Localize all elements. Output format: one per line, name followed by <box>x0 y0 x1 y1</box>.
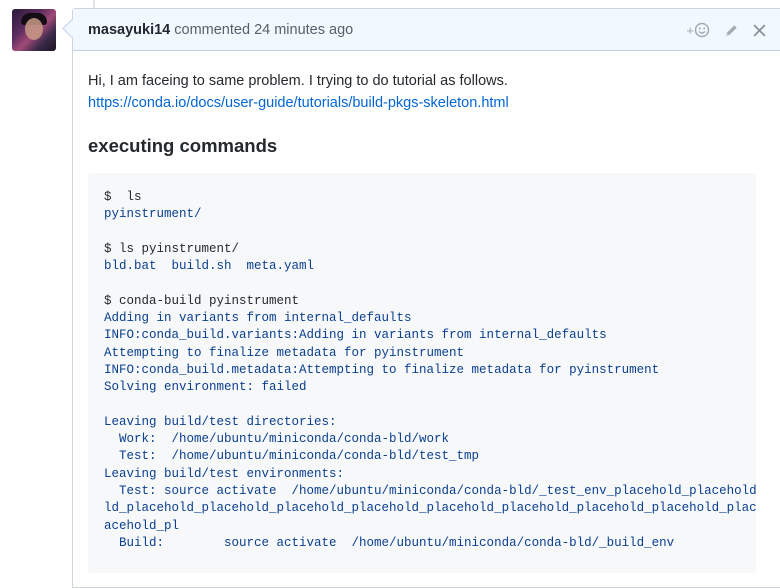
code-line: $ ls pyinstrument/ <box>104 241 240 256</box>
code-line: $ conda-build pyinstrument <box>104 293 300 308</box>
code-line: Build: source activate /home/ubuntu/mini… <box>104 535 675 550</box>
delete-button[interactable] <box>753 21 766 39</box>
section-heading: executing commands <box>88 135 278 156</box>
reaction-plus: + <box>686 22 694 38</box>
code-content: $ ls pyinstrument/ $ ls pyinstrument/ bl… <box>88 173 756 552</box>
code-line: acehold_pl <box>104 518 180 533</box>
tutorial-link[interactable]: https://conda.io/docs/user-guide/tutoria… <box>88 95 509 111</box>
code-line: Leaving build/test directories: <box>104 414 337 429</box>
comment-text: Hi, I am faceing to same problem. I tryi… <box>88 73 508 89</box>
code-line: Solving environment: failed <box>104 380 307 395</box>
code-line: Work: /home/ubuntu/miniconda/conda-bld/w… <box>104 432 450 447</box>
comment-actions: + <box>686 21 766 39</box>
comment-card: masayuki14 commented 24 minutes ago + Hi… <box>72 8 780 588</box>
code-line: Test: source activate /home/ubuntu/minic… <box>119 484 756 499</box>
edit-button[interactable] <box>724 21 739 39</box>
code-line: Adding in variants from internal_default… <box>104 311 412 326</box>
comment-meta: masayuki14 commented 24 minutes ago <box>88 22 353 38</box>
add-reaction-button[interactable]: + <box>686 21 710 39</box>
comment-timestamp[interactable]: 24 minutes ago <box>254 22 353 38</box>
author-link[interactable]: masayuki14 <box>88 22 170 38</box>
code-line: pyinstrument/ <box>104 207 202 222</box>
comment-body: Hi, I am faceing to same problem. I tryi… <box>88 70 778 573</box>
code-line: INFO:conda_build.variants:Adding in vari… <box>104 328 607 343</box>
avatar-face <box>25 18 43 40</box>
code-line: $ ls <box>104 190 142 204</box>
comment-header: masayuki14 commented 24 minutes ago + <box>73 9 780 51</box>
code-line: ld_placehold_placehold_placehold_placeho… <box>104 501 756 516</box>
avatar[interactable] <box>12 9 56 51</box>
code-block: $ ls pyinstrument/ $ ls pyinstrument/ bl… <box>88 173 756 573</box>
code-line: bld.bat build.sh meta.yaml <box>104 259 315 274</box>
comment-action: commented <box>174 22 251 38</box>
code-line: Leaving build/test environments: <box>104 466 345 481</box>
close-icon <box>753 24 766 36</box>
timeline-connector <box>93 0 95 8</box>
smiley-icon <box>694 22 710 38</box>
pencil-icon <box>725 24 737 36</box>
code-line: INFO:conda_build.metadata:Attempting to … <box>104 362 660 377</box>
code-line: Attempting to finalize metadata for pyin… <box>104 345 465 360</box>
code-line: Test: /home/ubuntu/miniconda/conda-bld/t… <box>104 449 480 464</box>
